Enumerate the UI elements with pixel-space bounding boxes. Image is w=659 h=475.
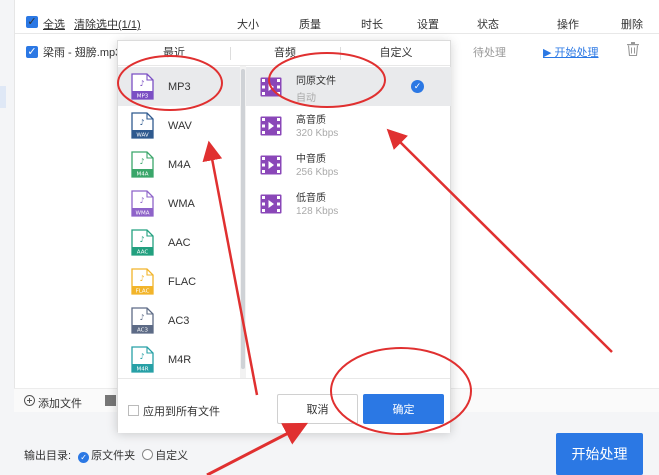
quality-name: 低音质 — [296, 193, 326, 204]
svg-text:WAV: WAV — [136, 133, 149, 139]
video-file-icon — [260, 116, 282, 136]
add-file-button[interactable]: 添加文件 — [38, 395, 82, 411]
file-name: 梁雨 - 翅膀.mp3 — [43, 47, 122, 59]
quality-bitrate: 256 Kbps — [296, 167, 339, 178]
svg-text:M4A: M4A — [136, 172, 148, 178]
format-label: MP3 — [168, 81, 191, 93]
format-list: ♪ MP3 MP3 ♪ WAV WAV ♪ M4A M4A ♪ WMA WMA ♪ AAC AAC ♪ FLAC… — [118, 66, 244, 378]
col-size: 大小 — [237, 19, 259, 31]
format-item-mp3[interactable]: ♪ MP3 MP3 — [118, 67, 240, 106]
cancel-button[interactable]: 取消 — [277, 394, 358, 424]
format-label: M4A — [168, 159, 191, 171]
select-all-checkbox[interactable]: ✓ — [26, 16, 38, 28]
audio-file-icon: ♪ AAC — [131, 229, 154, 256]
tab-recent[interactable]: 最近 — [118, 41, 230, 66]
check-icon: ✓ — [411, 80, 424, 93]
start-processing-button[interactable]: 开始处理 — [556, 433, 643, 475]
select-all-label[interactable]: 全选 — [43, 16, 65, 32]
radio-custom[interactable] — [142, 449, 154, 460]
quality-option[interactable]: 低音质 128 Kbps — [246, 184, 451, 223]
tab-custom[interactable]: 自定义 — [340, 41, 452, 66]
scroll-thumb[interactable] — [241, 69, 245, 369]
audio-file-icon: ♪ M4A — [131, 151, 154, 178]
quality-bitrate: 128 Kbps — [296, 206, 339, 217]
format-tabs: 最近 音频 自定义 — [118, 41, 450, 66]
video-file-icon — [260, 77, 282, 97]
table-header: ✓ 全选 清除选中(1/1) 大小 质量 时长 设置 状态 操作 删除 — [15, 8, 659, 34]
video-file-icon — [260, 155, 282, 175]
format-label: FLAC — [168, 276, 197, 288]
format-label: AAC — [168, 237, 191, 249]
apply-all-option[interactable]: 应用到所有文件 — [128, 403, 220, 419]
format-label: M4R — [168, 354, 192, 366]
svg-text:♪: ♪ — [139, 157, 144, 166]
quality-name: 高音质 — [296, 115, 326, 126]
audio-file-icon: ♪ WAV — [131, 112, 154, 139]
format-item-ac3[interactable]: ♪ AC3 AC3 — [118, 301, 240, 340]
format-item-wma[interactable]: ♪ WMA WMA — [118, 184, 240, 223]
trash-icon[interactable] — [627, 42, 639, 59]
svg-text:MP3: MP3 — [137, 94, 149, 100]
output-dir: 输出目录: ✓ 原文件夹 自定义 — [24, 447, 188, 463]
row-start-link[interactable]: ▶ 开始处理 — [543, 44, 599, 60]
tab-audio[interactable]: 音频 — [230, 41, 340, 66]
audio-file-icon: ♪ WMA — [131, 190, 154, 217]
opt-source-label[interactable]: 原文件夹 — [91, 450, 135, 462]
svg-text:♪: ♪ — [139, 196, 144, 205]
svg-text:WMA: WMA — [136, 211, 150, 217]
audio-file-icon: ♪ AC3 — [131, 307, 154, 334]
audio-file-icon: ♪ FLAC — [131, 268, 154, 295]
quality-list: 同原文件自动 ✓ 高音质 320 Kbps 中音质 256 Kbps 低音质 128 Kbps — [246, 66, 452, 378]
audio-file-icon: ♪ MP3 — [131, 73, 154, 100]
row-status: 待处理 — [473, 47, 506, 59]
col-status: 状态 — [477, 19, 499, 31]
format-item-wav[interactable]: ♪ WAV WAV — [118, 106, 240, 145]
col-settings: 设置 — [417, 19, 439, 31]
col-quality: 质量 — [299, 19, 321, 31]
quality-option[interactable]: 高音质 320 Kbps — [246, 106, 451, 145]
col-duration: 时长 — [361, 19, 383, 31]
quality-name: 中音质 — [296, 154, 326, 165]
format-item-m4a[interactable]: ♪ M4A M4A — [118, 145, 240, 184]
svg-text:AAC: AAC — [137, 250, 149, 256]
quality-option[interactable]: 同原文件自动 ✓ — [246, 67, 451, 106]
quality-name: 同原文件 — [296, 76, 336, 87]
clear-selected-link[interactable]: 清除选中(1/1) — [74, 16, 141, 32]
format-item-m4r[interactable]: ♪ M4R M4R — [118, 340, 240, 378]
radio-source-folder[interactable]: ✓ — [78, 452, 90, 463]
row-checkbox[interactable]: ✓ — [26, 46, 38, 58]
output-label: 输出目录: — [24, 450, 72, 462]
svg-text:♪: ♪ — [139, 118, 144, 127]
svg-text:AC3: AC3 — [137, 328, 149, 334]
apply-all-label[interactable]: 应用到所有文件 — [143, 406, 220, 418]
svg-text:♪: ♪ — [139, 235, 144, 244]
svg-text:♪: ♪ — [139, 79, 144, 88]
svg-text:M4R: M4R — [136, 367, 148, 373]
svg-text:♪: ♪ — [139, 313, 144, 322]
annotation-arrow — [206, 422, 308, 475]
side-tab[interactable] — [0, 86, 6, 108]
video-file-icon — [260, 194, 282, 214]
format-label: WMA — [168, 198, 195, 210]
format-label: AC3 — [168, 315, 190, 327]
format-item-aac[interactable]: ♪ AAC AAC — [118, 223, 240, 262]
quality-bitrate: 320 Kbps — [296, 128, 339, 139]
quality-option[interactable]: 中音质 256 Kbps — [246, 145, 451, 184]
format-popup: 最近 音频 自定义 ♪ MP3 MP3 ♪ WAV WAV ♪ M4A M4A ♪ WMA WMA ♪ A… — [117, 40, 452, 433]
apply-all-checkbox[interactable] — [128, 405, 139, 416]
add-icon[interactable] — [24, 395, 35, 409]
confirm-button[interactable]: 确定 — [363, 394, 444, 424]
svg-text:♪: ♪ — [139, 352, 144, 361]
add-folder-icon[interactable] — [105, 395, 116, 406]
popup-footer: 应用到所有文件 取消 确定 — [118, 378, 450, 433]
audio-file-icon: ♪ M4R — [131, 346, 154, 373]
opt-custom-label[interactable]: 自定义 — [155, 450, 188, 462]
svg-text:FLAC: FLAC — [136, 289, 150, 295]
col-delete: 删除 — [621, 19, 643, 31]
format-item-flac[interactable]: ♪ FLAC FLAC — [118, 262, 240, 301]
format-label: WAV — [168, 120, 192, 132]
col-action: 操作 — [557, 19, 579, 31]
quality-bitrate: 自动 — [296, 93, 316, 104]
svg-text:♪: ♪ — [139, 274, 144, 283]
